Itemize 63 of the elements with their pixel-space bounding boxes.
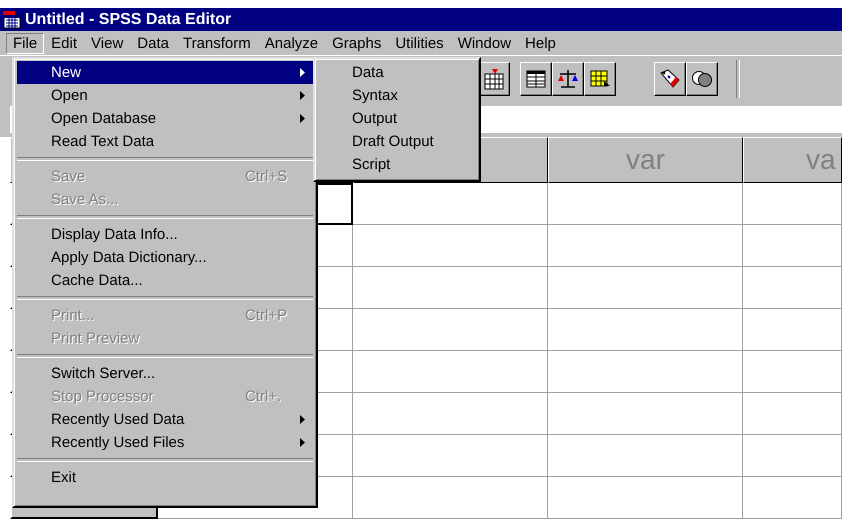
toolbar-button[interactable]: [552, 62, 584, 96]
grid-cell[interactable]: [353, 267, 548, 309]
menu-item[interactable]: Exit: [17, 466, 313, 489]
shortcut-label: Ctrl+S: [245, 168, 288, 185]
menu-item[interactable]: Open Database: [17, 107, 313, 130]
grid-cell[interactable]: [743, 351, 842, 393]
menu-item[interactable]: Recently Used Files: [17, 431, 313, 454]
menu-bar-item[interactable]: Edit: [44, 32, 84, 54]
shortcut-label: Ctrl+.: [245, 388, 282, 405]
menu-item[interactable]: Switch Server...: [17, 362, 313, 385]
grid-cell[interactable]: [548, 267, 743, 309]
window-title: Untitled - SPSS Data Editor: [25, 10, 232, 28]
grid-cell[interactable]: [548, 225, 743, 267]
menu-bar-item[interactable]: Help: [518, 32, 563, 54]
toolbar-button[interactable]: [478, 62, 510, 96]
grid-cell[interactable]: [743, 309, 842, 351]
menu-bar-item[interactable]: File: [6, 32, 44, 54]
grid-cell[interactable]: [548, 477, 743, 519]
menu-item[interactable]: Open: [17, 84, 313, 107]
grid-cell[interactable]: [353, 309, 548, 351]
grid-cell[interactable]: [548, 435, 743, 477]
menu-item[interactable]: Cache Data...: [17, 269, 313, 292]
grid-cell[interactable]: [743, 477, 842, 519]
menu-item[interactable]: Script: [318, 153, 476, 176]
menu-item[interactable]: Read Text Data: [17, 130, 313, 153]
menu-bar-item[interactable]: Window: [450, 32, 518, 54]
menu-bar-item[interactable]: View: [84, 32, 130, 54]
insert-column-icon: [482, 67, 506, 91]
menu-bar-item[interactable]: Transform: [176, 32, 258, 54]
grid-cell[interactable]: [353, 477, 548, 519]
menu-item[interactable]: Syntax: [318, 84, 476, 107]
grid-cell[interactable]: [353, 183, 548, 225]
shortcut-label: Ctrl+P: [245, 307, 288, 324]
menu-bar-item[interactable]: Data: [130, 32, 176, 54]
scales-icon: [556, 67, 580, 91]
grid-cell[interactable]: [743, 435, 842, 477]
grid-cell[interactable]: [548, 183, 743, 225]
menu-item[interactable]: Display Data Info...: [17, 223, 313, 246]
toolbar-button[interactable]: [654, 62, 686, 96]
grid-cell[interactable]: [548, 309, 743, 351]
grid-cell[interactable]: [353, 435, 548, 477]
menu-item[interactable]: Output: [318, 107, 476, 130]
app-icon: [3, 10, 21, 28]
grid-cell[interactable]: [743, 393, 842, 435]
grid-cell[interactable]: [548, 351, 743, 393]
toolbar-button[interactable]: [686, 62, 718, 96]
menu-bar-item[interactable]: Utilities: [388, 32, 451, 54]
toolbar-button[interactable]: [584, 62, 616, 96]
grid-cell[interactable]: [743, 267, 842, 309]
menu-bar-item[interactable]: Analyze: [258, 32, 326, 54]
menu-item[interactable]: Apply Data Dictionary...: [17, 246, 313, 269]
menu-item[interactable]: New: [17, 61, 313, 84]
menu-item[interactable]: Data: [318, 61, 476, 84]
grid-cell[interactable]: [353, 393, 548, 435]
grid-cell[interactable]: [353, 351, 548, 393]
grid-cell[interactable]: [743, 183, 842, 225]
menu-item[interactable]: Recently Used Data: [17, 408, 313, 431]
menu-bar-item[interactable]: Graphs: [325, 32, 388, 54]
menu-item[interactable]: Draft Output: [318, 130, 476, 153]
toolbar-button[interactable]: [520, 62, 552, 96]
grid-cell[interactable]: [353, 225, 548, 267]
grid-cell[interactable]: [548, 393, 743, 435]
grid-cell[interactable]: [743, 225, 842, 267]
